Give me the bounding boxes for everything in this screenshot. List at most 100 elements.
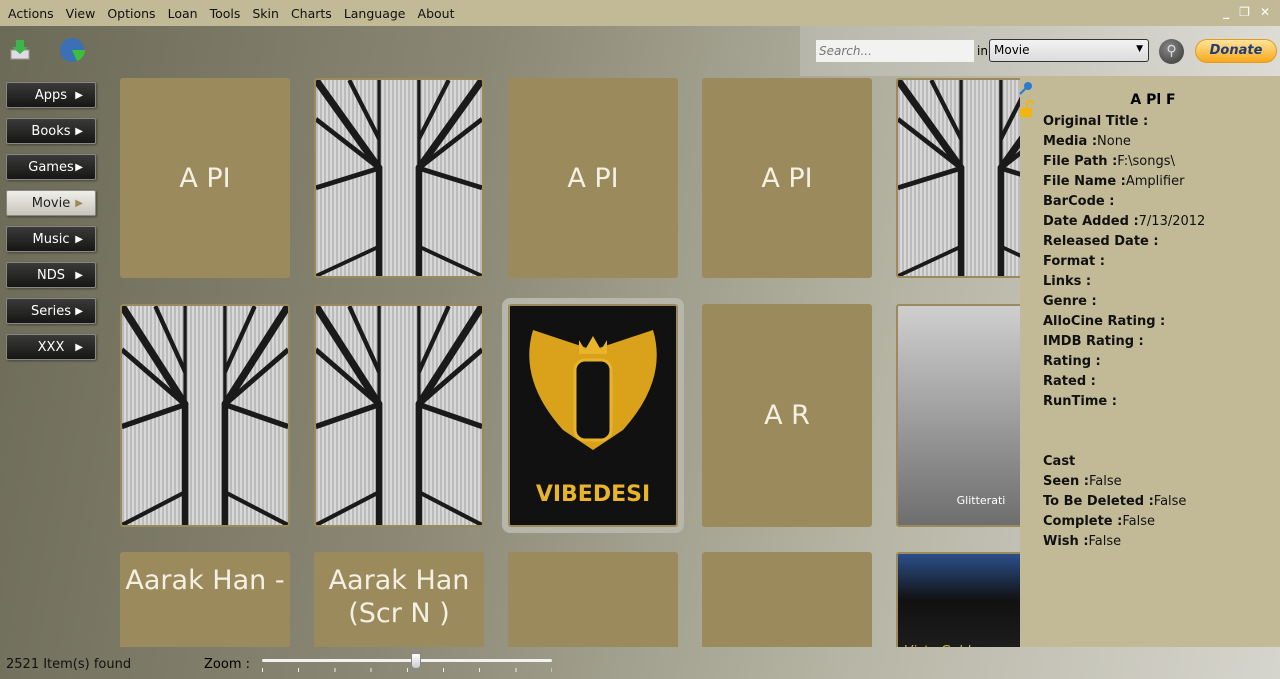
play-arrow-icon: ▶ — [75, 161, 83, 173]
detail-row: To Be Deleted :False — [1043, 492, 1280, 512]
detail-value: F:\songs\ — [1117, 154, 1175, 169]
play-arrow-icon: ▶ — [75, 125, 83, 137]
import-icon[interactable] — [8, 38, 32, 62]
menu-tools[interactable]: Tools — [204, 6, 247, 21]
category-sidebar: Apps ▶ Books ▶ Games ▶ Movie ▶ Music ▶ NDS ▶ Series ▶… — [6, 82, 96, 370]
tile-title: A R — [764, 400, 810, 431]
detail-label: Released Date : — [1043, 234, 1159, 249]
media-tile[interactable]: Aarak Han (Scr N ) — [314, 552, 484, 647]
media-tile[interactable]: A PI — [702, 78, 872, 278]
detail-row: Original Title : — [1043, 112, 1280, 132]
detail-label: Rated : — [1043, 374, 1096, 389]
media-tile[interactable]: Glitterati — [896, 304, 1020, 527]
search-input[interactable] — [816, 40, 974, 62]
bridge-image — [316, 80, 482, 276]
category-xxx[interactable]: XXX ▶ — [6, 334, 96, 360]
detail-label: Links : — [1043, 274, 1092, 289]
menu-actions[interactable]: Actions — [2, 6, 60, 21]
detail-value: False — [1122, 514, 1155, 529]
menu-options[interactable]: Options — [101, 6, 161, 21]
zoom-label: Zoom : — [204, 657, 250, 672]
detail-row: Date Added :7/13/2012 — [1043, 212, 1280, 232]
tile-title: A PI — [567, 162, 619, 194]
category-games[interactable]: Games ▶ — [6, 154, 96, 180]
detail-label: Seen : — [1043, 474, 1089, 489]
zoom-slider[interactable] — [262, 653, 552, 673]
unlock-icon[interactable] — [1019, 100, 1035, 118]
detail-row: Format : — [1043, 252, 1280, 272]
window-controls: _ ❐ ✕ — [1223, 5, 1270, 19]
detail-label: Genre : — [1043, 294, 1097, 309]
chart-pie-icon[interactable] — [59, 36, 87, 64]
bridge-image — [316, 306, 482, 525]
category-apps[interactable]: Apps ▶ — [6, 82, 96, 108]
menu-bar: Actions View Options Loan Tools Skin Charts Lan… — [0, 0, 1280, 26]
media-tile[interactable]: A PI — [120, 78, 290, 278]
detail-value: False — [1088, 474, 1122, 489]
category-books[interactable]: Books ▶ — [6, 118, 96, 144]
detail-label: File Name : — [1043, 174, 1126, 189]
detail-label: RunTime : — [1043, 394, 1117, 409]
category-label: Movie — [31, 195, 71, 211]
detail-row: Released Date : — [1043, 232, 1280, 252]
search-button[interactable]: ⚲ — [1159, 39, 1184, 64]
media-tile[interactable] — [120, 304, 290, 527]
media-tile[interactable] — [702, 552, 872, 647]
status-bar: 2521 Item(s) found Zoom : — [0, 647, 1280, 679]
detail-row: Rated : — [1043, 372, 1280, 392]
menu-loan[interactable]: Loan — [162, 6, 204, 21]
zoom-slider-thumb[interactable] — [410, 653, 421, 669]
media-tile[interactable]: A R — [702, 304, 872, 527]
detail-value: False — [1088, 534, 1122, 549]
item-count: 2521 Item(s) found — [6, 657, 132, 672]
media-tile[interactable]: VIBEDESI — [508, 304, 678, 527]
media-tile[interactable] — [508, 552, 678, 647]
album-caption: Vista Gold — [904, 635, 970, 647]
wings-logo-image — [513, 320, 673, 478]
details-title: A Pl F — [1130, 92, 1176, 108]
media-tile[interactable]: Aarak Han - — [120, 552, 290, 647]
donate-button[interactable]: Donate — [1195, 39, 1277, 63]
media-tile[interactable]: Vista Gold — [896, 552, 1020, 647]
detail-label: Rating : — [1043, 354, 1101, 369]
media-tile[interactable] — [314, 304, 484, 527]
play-arrow-icon: ▶ — [75, 233, 83, 245]
media-type-value: Movie — [994, 43, 1030, 57]
media-tile[interactable]: A PI — [508, 78, 678, 278]
in-label: in — [977, 44, 988, 58]
media-tile[interactable] — [314, 78, 484, 278]
media-tile[interactable] — [896, 78, 1020, 278]
tile-title: A PI — [179, 162, 231, 194]
detail-row: File Path :F:\songs\ — [1043, 152, 1280, 172]
play-arrow-icon: ▶ — [75, 269, 83, 281]
menu-charts[interactable]: Charts — [285, 6, 338, 21]
close-button[interactable]: ✕ — [1260, 5, 1270, 19]
category-music[interactable]: Music ▶ — [6, 226, 96, 252]
pin-icon[interactable] — [1018, 80, 1034, 96]
detail-value: 7/13/2012 — [1138, 214, 1206, 229]
category-label: NDS — [37, 267, 65, 283]
detail-row: AlloCine Rating : — [1043, 312, 1280, 332]
play-arrow-icon: ▶ — [75, 341, 83, 353]
media-type-select[interactable]: Movie ▼ — [989, 39, 1149, 62]
logo-text: VIBEDESI — [535, 482, 651, 507]
category-label: Books — [31, 123, 71, 139]
menu-view[interactable]: View — [60, 6, 102, 21]
category-movie[interactable]: Movie ▶ — [6, 190, 96, 216]
minimize-button[interactable]: _ — [1223, 5, 1229, 19]
tile-title: Aarak Han - — [125, 565, 285, 596]
menu-about[interactable]: About — [412, 6, 461, 21]
detail-row: Media :None — [1043, 132, 1280, 152]
restore-button[interactable]: ❐ — [1239, 5, 1250, 19]
category-nds[interactable]: NDS ▶ — [6, 262, 96, 288]
menu-skin[interactable]: Skin — [246, 6, 285, 21]
detail-row: Complete :False — [1043, 512, 1280, 532]
play-arrow-icon: ▶ — [75, 89, 83, 101]
category-series[interactable]: Series ▶ — [6, 298, 96, 324]
detail-label: Wish : — [1043, 534, 1089, 549]
detail-label: AlloCine Rating : — [1043, 314, 1166, 329]
category-label: Apps — [34, 87, 68, 103]
menu-language[interactable]: Language — [338, 6, 412, 21]
detail-row: IMDB Rating : — [1043, 332, 1280, 352]
detail-label: BarCode : — [1043, 194, 1115, 209]
